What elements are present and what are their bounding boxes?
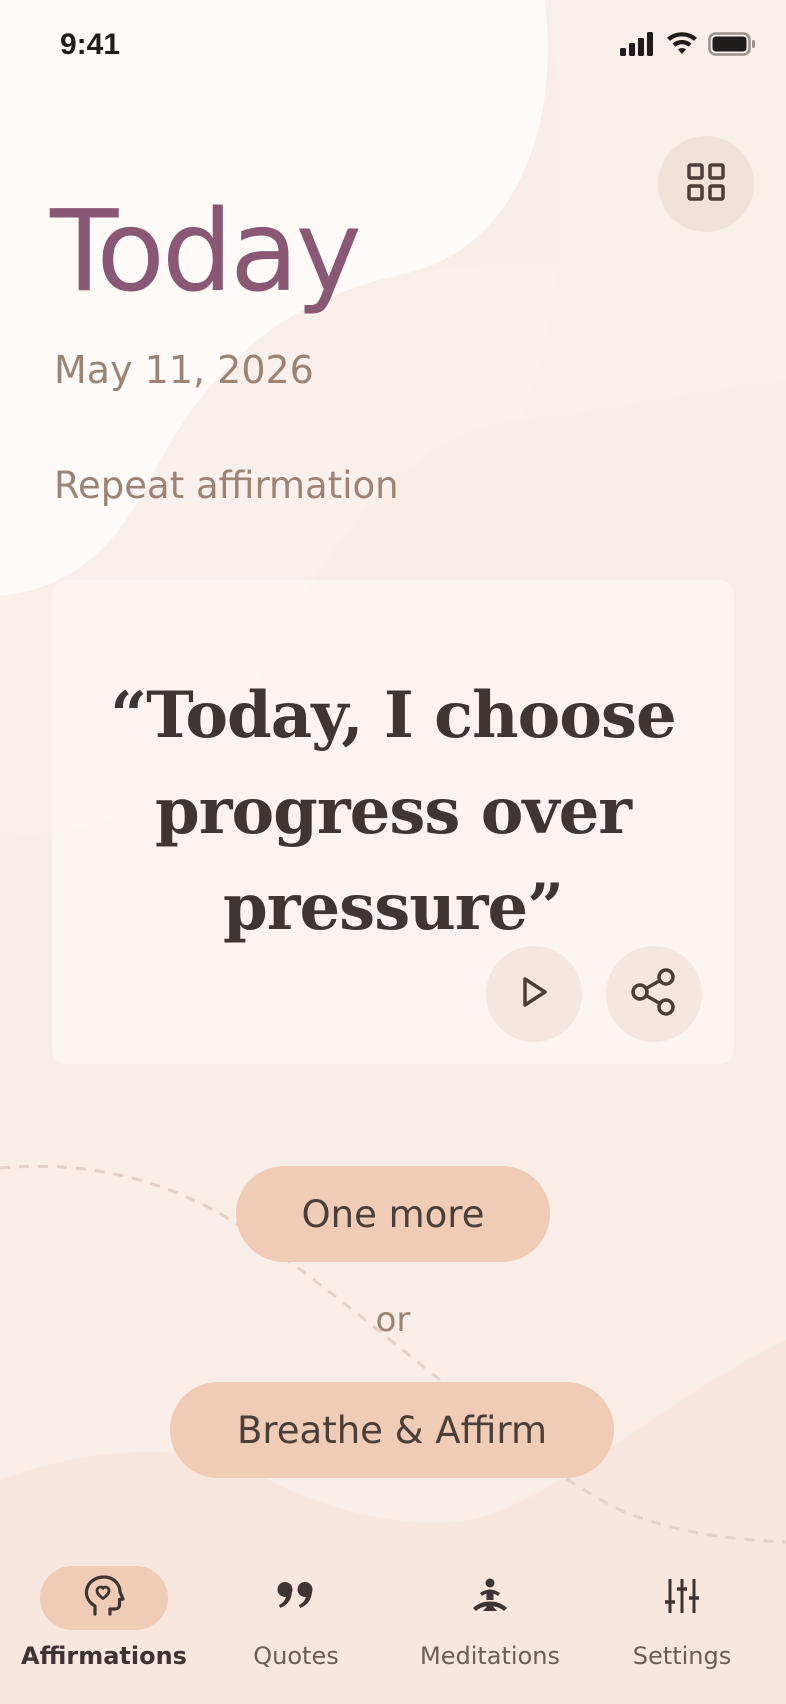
nav-item-affirmations[interactable]: Affirmations [6,1566,202,1686]
share-button[interactable] [606,946,702,1042]
nav-item-settings[interactable]: Settings [584,1566,780,1686]
status-icons [620,32,756,60]
nav-pill-settings [618,1566,746,1630]
nav-item-quotes[interactable]: Quotes [198,1566,394,1686]
share-icon [628,966,680,1022]
nav-label-meditations: Meditations [420,1642,560,1670]
nav-item-meditations[interactable]: Meditations [392,1566,588,1686]
one-more-button[interactable]: One more [236,1166,550,1262]
wifi-icon [666,32,698,60]
play-button[interactable] [486,946,582,1042]
sliders-icon [662,1576,702,1620]
play-icon [516,974,552,1014]
status-bar: 9:41 [0,0,786,90]
page-date: May 11, 2026 [54,348,314,392]
section-label: Repeat affirmation [54,464,399,507]
nav-label-quotes: Quotes [253,1642,339,1670]
nav-pill-quotes [232,1566,360,1630]
affirmation-card: “Today, I choose progress over pressure” [52,580,734,1064]
status-time: 9:41 [60,28,121,61]
bottom-nav: Affirmations Quotes Meditations Settings [0,1540,786,1704]
nav-pill-meditations [426,1566,554,1630]
nav-label-settings: Settings [632,1642,732,1670]
grid-view-button[interactable] [658,136,754,232]
grid-icon [686,162,726,206]
affirmations-screen: 9:41 Today May 11, 2026 Repeat affirmati… [0,0,786,1704]
or-separator: or [375,1300,411,1340]
nav-pill-affirmations [40,1566,168,1630]
quote-icon [276,1580,316,1616]
battery-icon [708,32,756,60]
signal-icon [620,32,656,60]
head-heart-icon [82,1574,126,1622]
meditation-icon [470,1578,510,1618]
affirmation-text: “Today, I choose progress over pressure” [110,678,676,945]
page-title: Today [50,187,362,317]
breathe-affirm-button[interactable]: Breathe & Affirm [170,1382,614,1478]
nav-label-affirmations: Affirmations [21,1642,187,1670]
